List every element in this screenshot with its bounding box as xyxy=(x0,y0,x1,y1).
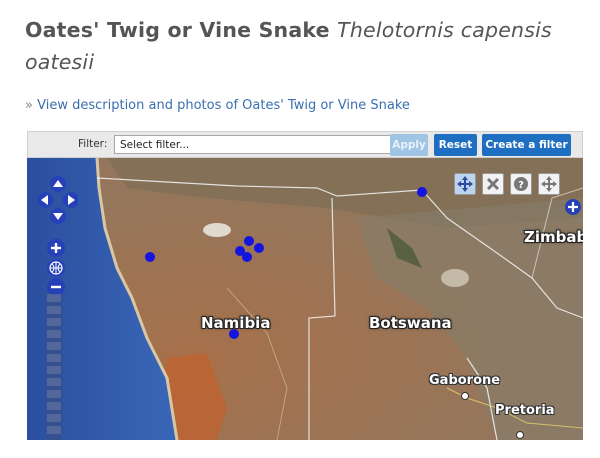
satellite-map-background xyxy=(27,158,583,440)
title-common-name: Oates' Twig or Vine Snake xyxy=(25,18,330,42)
query-tool-icon[interactable]: ? xyxy=(510,173,532,195)
link-arrow-icon: » xyxy=(25,98,33,113)
distribution-map[interactable]: Namibia Botswana Zimbab Gaborone Pretori… xyxy=(27,158,583,440)
reset-button[interactable]: Reset xyxy=(434,134,477,156)
svg-text:?: ? xyxy=(518,180,524,191)
observation-point[interactable] xyxy=(417,187,427,197)
observation-point[interactable] xyxy=(145,252,155,262)
observation-point[interactable] xyxy=(244,236,254,246)
city-label-pretoria: Pretoria xyxy=(495,403,555,418)
close-tool-icon[interactable] xyxy=(482,173,504,195)
city-label-gaborone: Gaborone xyxy=(429,373,501,388)
pan-control xyxy=(38,176,78,224)
city-marker-gaborone xyxy=(461,392,469,400)
country-label-zimbabwe: Zimbab xyxy=(524,228,583,246)
measure-tool-icon[interactable] xyxy=(538,173,560,195)
description-link[interactable]: » View description and photos of Oates' … xyxy=(25,98,410,113)
observation-point[interactable] xyxy=(242,252,252,262)
zoom-slider[interactable] xyxy=(47,292,61,440)
apply-button[interactable]: Apply xyxy=(390,134,428,156)
pan-tool-icon[interactable] xyxy=(454,173,476,195)
zoom-in-corner-icon[interactable] xyxy=(564,198,582,216)
observation-point[interactable] xyxy=(254,243,264,253)
city-marker-pretoria xyxy=(516,431,524,439)
create-filter-button[interactable]: Create a filter xyxy=(482,134,571,156)
filter-bar: Filter: Select filter... Apply Reset Cre… xyxy=(27,131,583,158)
filter-select[interactable]: Select filter... xyxy=(114,135,408,154)
country-label-botswana: Botswana xyxy=(369,314,452,332)
description-link-text: View description and photos of Oates' Tw… xyxy=(37,98,410,113)
observation-point[interactable] xyxy=(229,329,239,339)
filter-label: Filter: xyxy=(78,138,108,150)
filter-select-value: Select filter... xyxy=(120,139,190,151)
page-title: Oates' Twig or Vine Snake Thelotornis ca… xyxy=(25,14,585,78)
